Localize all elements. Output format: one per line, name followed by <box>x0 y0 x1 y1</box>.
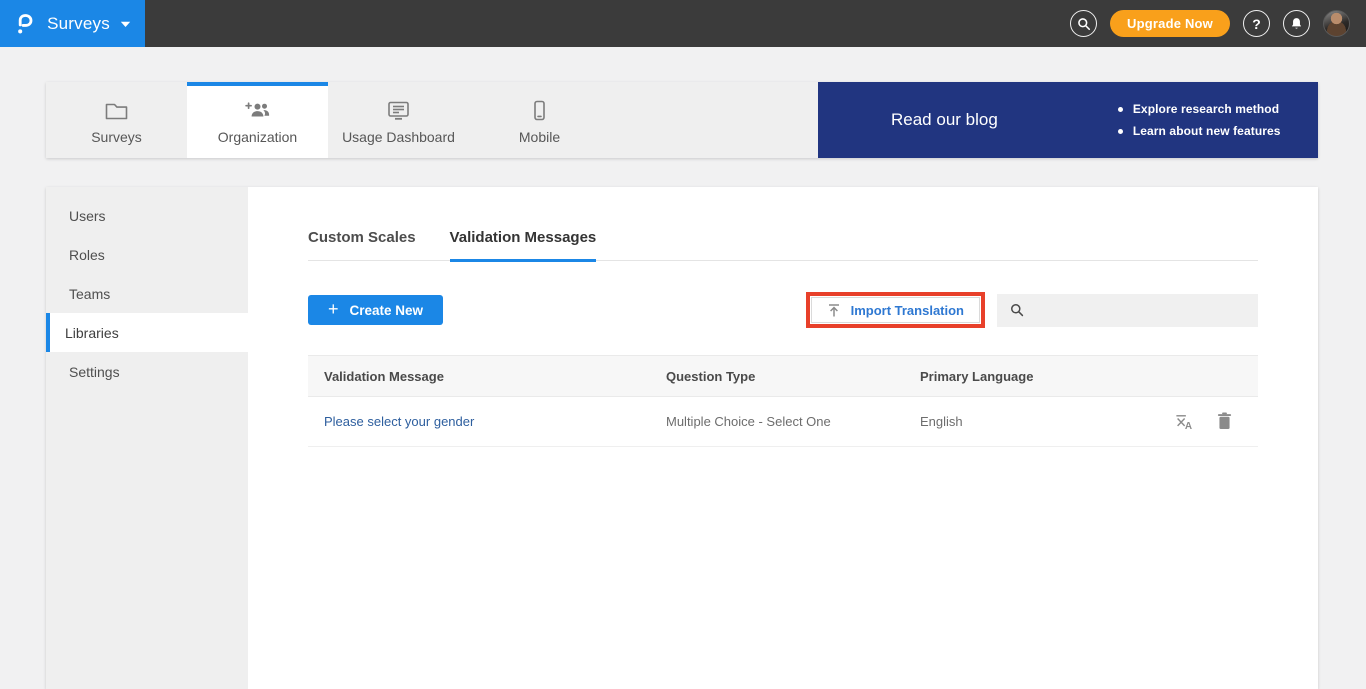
nav-tab-label: Mobile <box>519 129 560 145</box>
mobile-icon <box>526 99 553 122</box>
sidebar-item-libraries[interactable]: Libraries <box>46 313 248 352</box>
col-header-question-type: Question Type <box>666 369 920 384</box>
nav-tab-label: Surveys <box>91 129 142 145</box>
actions-row: + Create New Import Translation <box>308 292 1258 328</box>
topbar-actions: Upgrade Now ? <box>1070 10 1366 37</box>
library-tabs: Custom Scales Validation Messages <box>308 229 1258 261</box>
sidebar-item-roles[interactable]: Roles <box>46 235 248 274</box>
plus-icon: + <box>328 300 339 318</box>
sidebar-item-users[interactable]: Users <box>46 196 248 235</box>
dashboard-icon <box>385 99 412 122</box>
col-header-primary-language: Primary Language <box>920 369 1148 384</box>
tab-custom-scales[interactable]: Custom Scales <box>308 229 416 262</box>
create-new-label: Create New <box>350 303 424 318</box>
validation-message-link[interactable]: Please select your gender <box>308 414 666 429</box>
import-translation-button[interactable]: Import Translation <box>811 297 980 323</box>
folder-icon <box>103 99 130 122</box>
search-icon <box>1010 303 1024 317</box>
col-header-validation-message: Validation Message <box>308 369 666 384</box>
libraries-content: Custom Scales Validation Messages + Crea… <box>248 187 1318 689</box>
table-search-box[interactable] <box>997 294 1258 327</box>
row-actions: A <box>1148 412 1258 431</box>
chevron-down-icon <box>120 21 131 28</box>
tab-validation-messages[interactable]: Validation Messages <box>450 229 597 262</box>
blog-bullet: Explore research method <box>1118 98 1281 120</box>
question-type-cell: Multiple Choice - Select One <box>666 414 920 429</box>
main-card: Users Roles Teams Libraries Settings Cus… <box>46 187 1318 689</box>
notifications-bell-icon[interactable] <box>1283 10 1310 37</box>
upload-icon <box>827 303 841 318</box>
search-input[interactable] <box>1033 303 1245 318</box>
upgrade-now-button[interactable]: Upgrade Now <box>1110 10 1230 37</box>
add-people-icon <box>243 99 273 122</box>
nav-tab-mobile[interactable]: Mobile <box>469 82 610 158</box>
primary-nav-card: Surveys Organization Usage Dashboard <box>46 82 1318 158</box>
questionpro-logo-icon <box>14 11 37 37</box>
blog-banner[interactable]: Read our blog Explore research method Le… <box>818 82 1318 158</box>
nav-tab-label: Usage Dashboard <box>342 129 455 145</box>
svg-text:A: A <box>1185 421 1192 431</box>
sidebar-item-teams[interactable]: Teams <box>46 274 248 313</box>
settings-sidebar: Users Roles Teams Libraries Settings <box>46 187 248 689</box>
blog-banner-bullets: Explore research method Learn about new … <box>1118 98 1281 142</box>
help-icon[interactable]: ? <box>1243 10 1270 37</box>
sidebar-item-settings[interactable]: Settings <box>46 352 248 391</box>
import-translation-label: Import Translation <box>851 303 964 318</box>
table-row: Please select your gender Multiple Choic… <box>308 397 1258 447</box>
nav-tab-label: Organization <box>218 129 297 145</box>
blog-banner-title[interactable]: Read our blog <box>891 110 998 130</box>
delete-trash-icon[interactable] <box>1217 412 1232 431</box>
validation-messages-table: Validation Message Question Type Primary… <box>308 355 1258 447</box>
translate-icon[interactable]: A <box>1174 412 1193 431</box>
top-bar: Surveys Upgrade Now ? <box>0 0 1366 47</box>
create-new-button[interactable]: + Create New <box>308 295 443 325</box>
product-switcher[interactable]: Surveys <box>0 0 145 47</box>
nav-tab-usage-dashboard[interactable]: Usage Dashboard <box>328 82 469 158</box>
primary-language-cell: English <box>920 414 1148 429</box>
app-title: Surveys <box>47 14 110 34</box>
search-icon[interactable] <box>1070 10 1097 37</box>
user-avatar[interactable] <box>1323 10 1350 37</box>
annotation-highlight-box: Import Translation <box>806 292 985 328</box>
blog-bullet: Learn about new features <box>1118 120 1281 142</box>
table-header-row: Validation Message Question Type Primary… <box>308 355 1258 397</box>
nav-tab-surveys[interactable]: Surveys <box>46 82 187 158</box>
nav-tab-organization[interactable]: Organization <box>187 82 328 158</box>
